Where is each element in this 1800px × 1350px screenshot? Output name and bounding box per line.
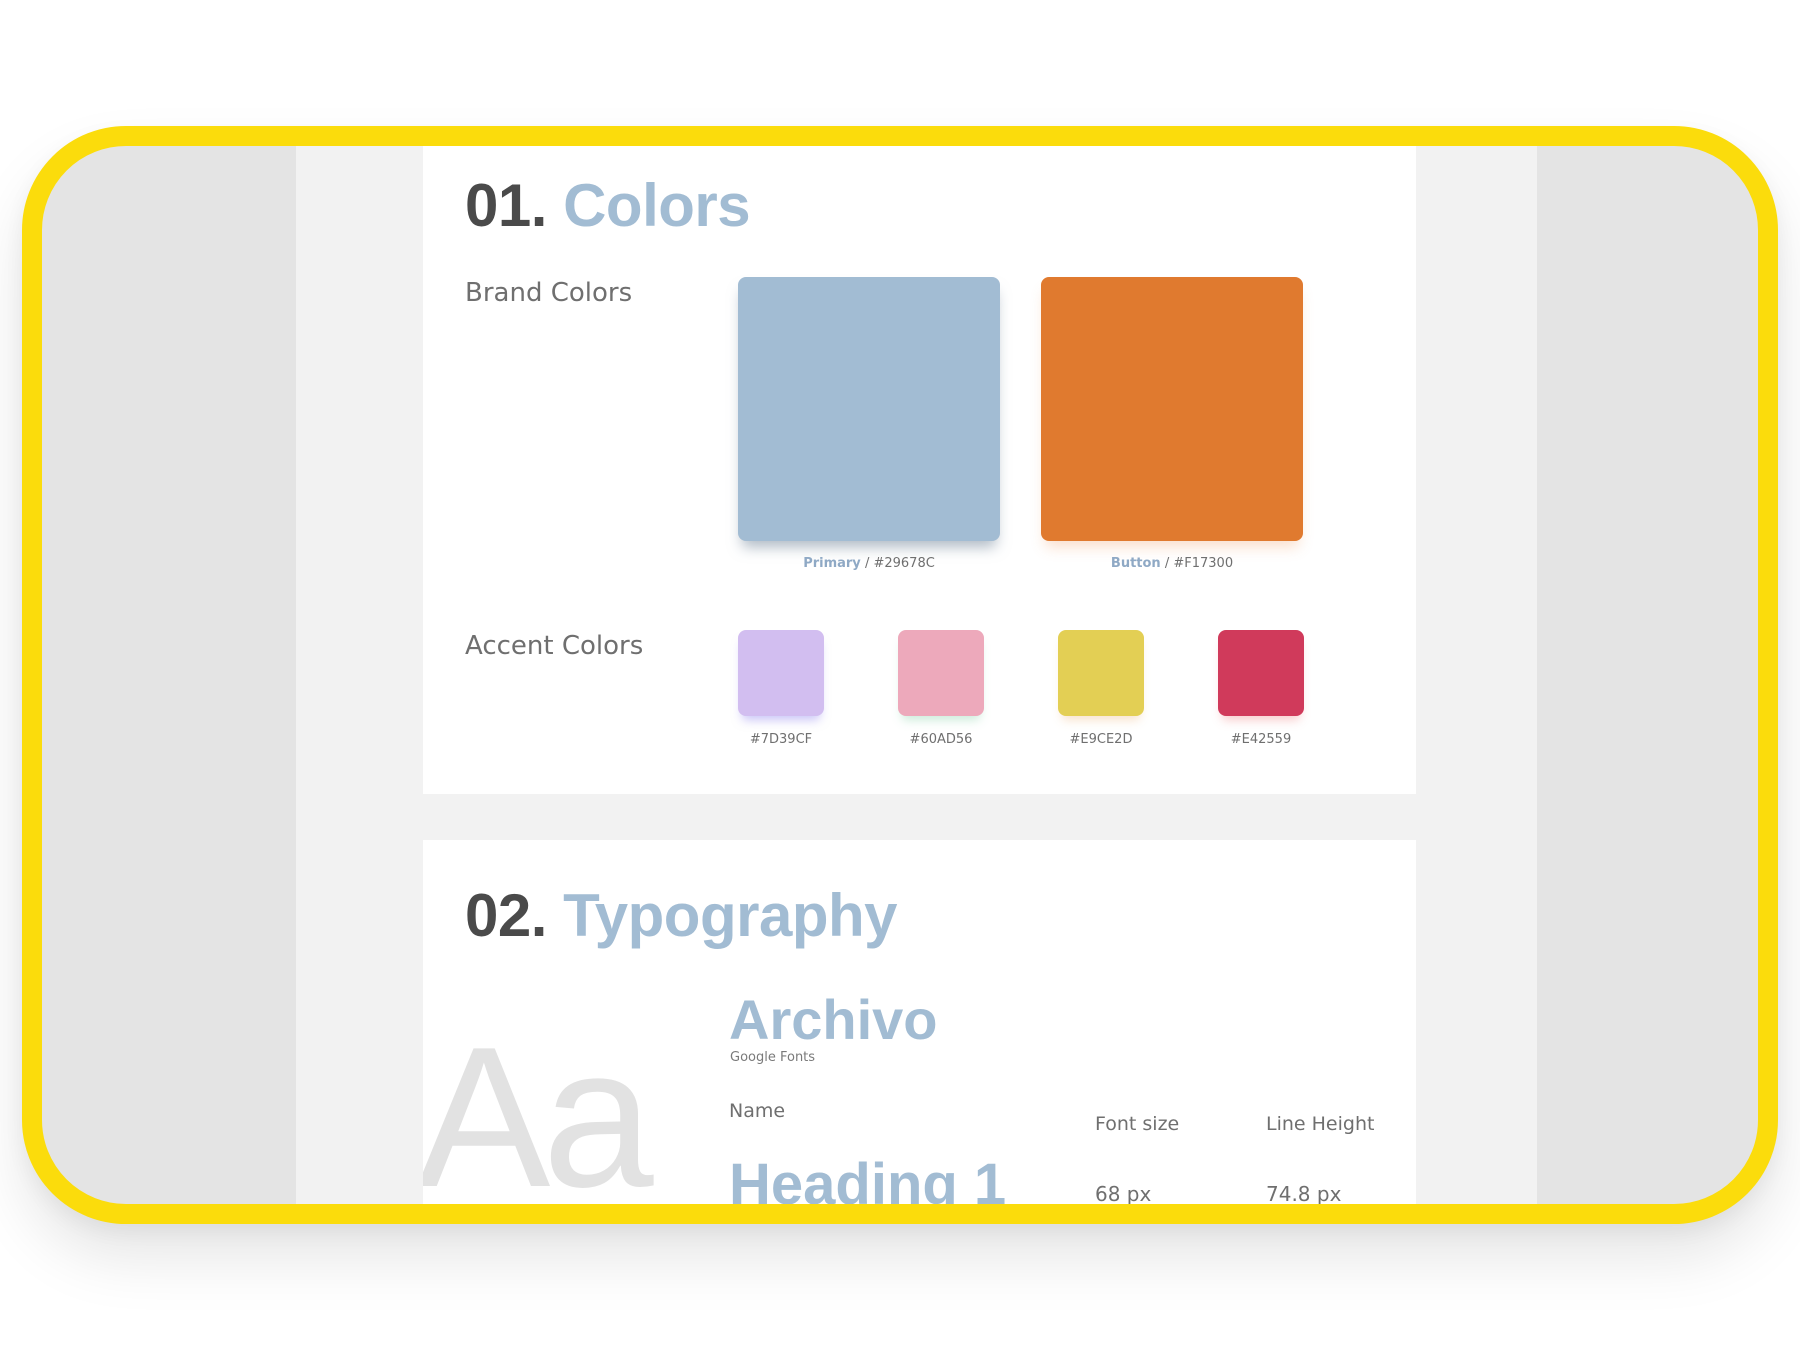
primary-color-swatch[interactable] xyxy=(738,277,1000,541)
heading-1-sample: Heading 1 xyxy=(729,1152,1007,1205)
section-number: 02. xyxy=(465,882,547,949)
font-name: Archivo xyxy=(729,988,938,1051)
section-number: 01. xyxy=(465,172,547,239)
accent-swatch-4[interactable] xyxy=(1218,630,1304,716)
accent-swatch-1[interactable] xyxy=(738,630,824,716)
heading-1-font-size: 68 px xyxy=(1095,1182,1152,1204)
accent-hex-1: #7D39CF xyxy=(749,732,813,747)
font-source: Google Fonts xyxy=(730,1050,816,1065)
accent-colors-label: Accent Colors xyxy=(465,631,644,661)
colors-card: 01. Colors Brand Colors Primary / #29678… xyxy=(423,146,1416,794)
accent-hex-4: #E42559 xyxy=(1230,732,1292,747)
column-header-line-height: Line Height xyxy=(1266,1113,1375,1135)
accent-hex-3: #E9CE2D xyxy=(1069,732,1133,747)
primary-color-caption: Primary / #29678C xyxy=(803,556,935,571)
device-frame: 01. Colors Brand Colors Primary / #29678… xyxy=(22,126,1778,1224)
button-color-caption: Button / #F17300 xyxy=(1110,556,1234,571)
typography-card: Aa 02. Typography Archivo Google Fonts N… xyxy=(423,840,1416,1204)
accent-hex-2: #60AD56 xyxy=(909,732,973,747)
typography-section-title: 02. Typography xyxy=(465,886,897,946)
accent-swatch-2[interactable] xyxy=(898,630,984,716)
accent-swatch-3[interactable] xyxy=(1058,630,1144,716)
section-title-text: Colors xyxy=(563,172,751,239)
section-title-text: Typography xyxy=(563,882,897,949)
colors-section-title: 01. Colors xyxy=(465,176,751,236)
column-header-name: Name xyxy=(729,1100,786,1122)
button-color-swatch[interactable] xyxy=(1041,277,1303,541)
brand-colors-label: Brand Colors xyxy=(465,278,633,308)
column-header-font-size: Font size xyxy=(1095,1113,1180,1135)
heading-1-line-height: 74.8 px xyxy=(1266,1182,1342,1204)
sample-glyph: Aa xyxy=(423,1006,654,1205)
screen: 01. Colors Brand Colors Primary / #29678… xyxy=(42,146,1758,1204)
